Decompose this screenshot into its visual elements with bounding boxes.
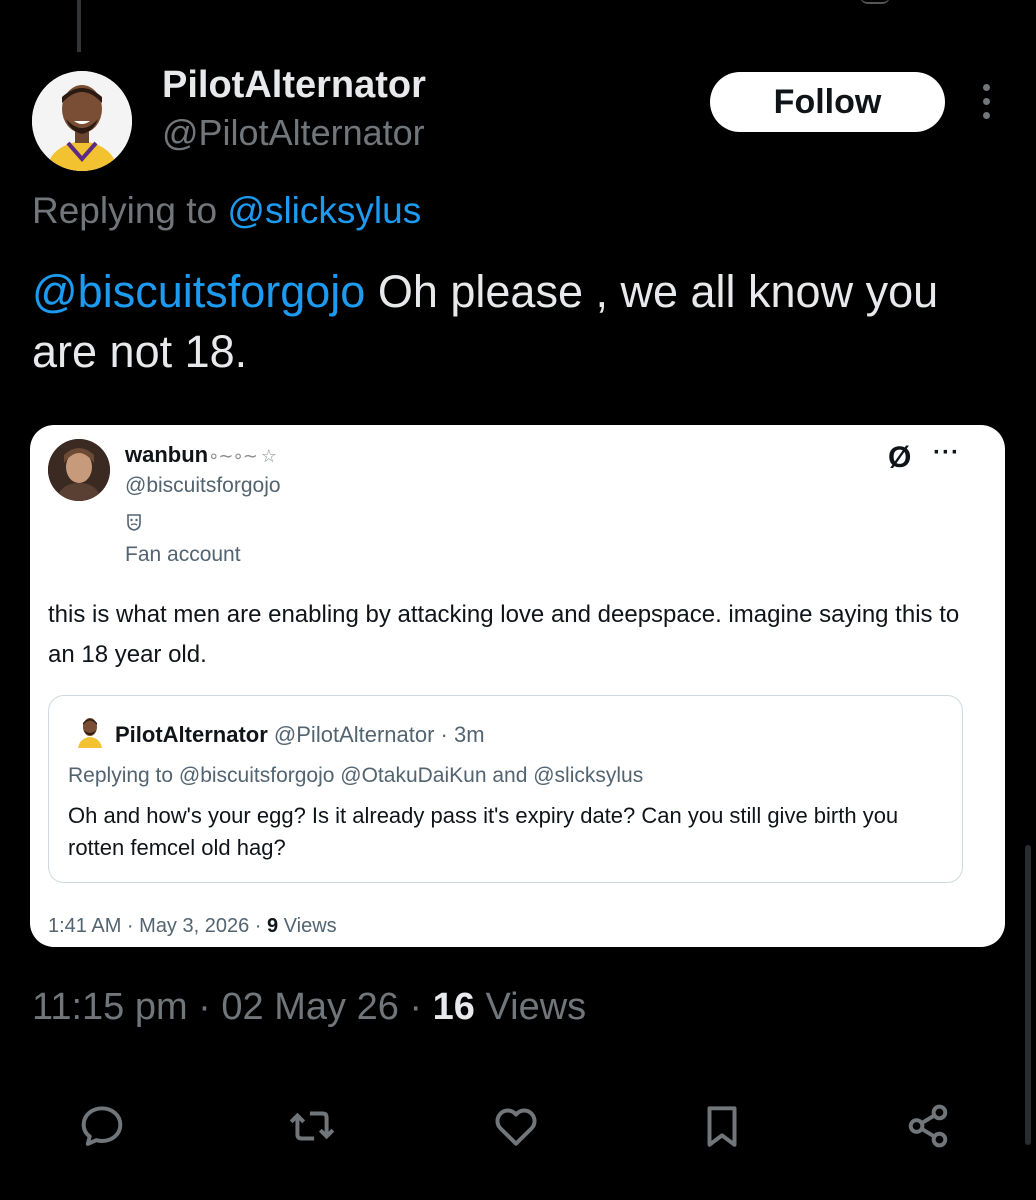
thread-connector-line <box>77 0 81 52</box>
tweet-time[interactable]: 11:15 pm <box>32 986 188 1028</box>
author-avatar-image <box>32 71 132 171</box>
nested-tweet-text: Oh and how's your egg? Is it already pas… <box>68 803 899 860</box>
repost-icon <box>289 1111 335 1141</box>
share-icon <box>908 1104 948 1148</box>
quoted-author-name-text: wanbun <box>125 442 209 467</box>
quoted-author-handle: @biscuitsforgojo <box>125 474 281 497</box>
tweet-mention-link[interactable]: @biscuitsforgojo <box>32 266 365 317</box>
replying-to-handle-link[interactable]: @slicksylus <box>227 190 421 231</box>
nested-quote-card: PilotAlternator @PilotAlternator · 3m Re… <box>48 695 963 883</box>
replying-to-prefix: Replying to <box>32 190 228 231</box>
quoted-views-label: Views <box>278 915 337 937</box>
nested-author-avatar <box>75 716 105 748</box>
quoted-more-icon: ··· <box>933 439 960 466</box>
tweet-text: @biscuitsforgojo Oh please , we all know… <box>32 262 992 382</box>
tweet-date[interactable]: 02 May 26 <box>221 986 398 1028</box>
more-options-icon[interactable] <box>972 84 1000 124</box>
views-count: 16 <box>432 986 475 1028</box>
bookmark-button[interactable] <box>694 1098 750 1154</box>
scrollbar[interactable] <box>1025 845 1031 1145</box>
author-name[interactable]: PilotAlternator <box>162 64 426 107</box>
nested-author-line: PilotAlternator @PilotAlternator · 3m <box>115 722 485 748</box>
nested-author-name: PilotAlternator <box>115 722 268 747</box>
nested-author-handle-time: @PilotAlternator · 3m <box>273 722 485 747</box>
quoted-timestamp: 1:41 AM · May 3, 2026 · <box>48 915 267 937</box>
quoted-author-avatar-image <box>48 439 110 501</box>
views-label: Views <box>485 986 587 1028</box>
quoted-author-name: wanbun⁠∘∼∘∼ ☆ <box>125 442 277 468</box>
fan-account-label: Fan account <box>125 543 241 566</box>
embedded-screenshot-card[interactable]: wanbun⁠∘∼∘∼ ☆ @biscuitsforgojo Fan accou… <box>30 425 1005 947</box>
replying-to-line: Replying to @slicksylus <box>32 190 421 232</box>
top-icon-fragment <box>860 0 890 4</box>
share-button[interactable] <box>900 1098 956 1154</box>
bookmark-icon <box>707 1106 737 1147</box>
quoted-author-avatar <box>48 439 110 501</box>
grok-icon: Ø <box>888 441 912 474</box>
follow-button[interactable]: Follow <box>710 72 945 132</box>
quoted-author-name-decoration: ⁠∘∼∘∼ ☆ <box>208 446 277 466</box>
reply-button[interactable] <box>74 1098 130 1154</box>
quoted-views-count: 9 <box>267 915 279 937</box>
like-button[interactable] <box>488 1098 544 1154</box>
like-icon <box>495 1108 537 1146</box>
theater-mask-icon <box>126 513 148 533</box>
meta-separator: · <box>187 986 222 1028</box>
reply-icon <box>81 1106 123 1146</box>
author-avatar[interactable] <box>32 71 132 171</box>
quoted-meta: 1:41 AM · May 3, 2026 · 9 Views <box>48 915 337 938</box>
tweet-meta: 11:15 pm · 02 May 26 · 16 Views <box>32 986 586 1029</box>
nested-replying-to: Replying to @biscuitsforgojo @OtakuDaiKu… <box>68 764 644 787</box>
author-handle[interactable]: @PilotAlternator <box>162 112 425 154</box>
meta-separator: · <box>398 986 433 1028</box>
repost-button[interactable] <box>284 1098 340 1154</box>
quoted-tweet-text: this is what men are enabling by attacki… <box>48 601 960 668</box>
